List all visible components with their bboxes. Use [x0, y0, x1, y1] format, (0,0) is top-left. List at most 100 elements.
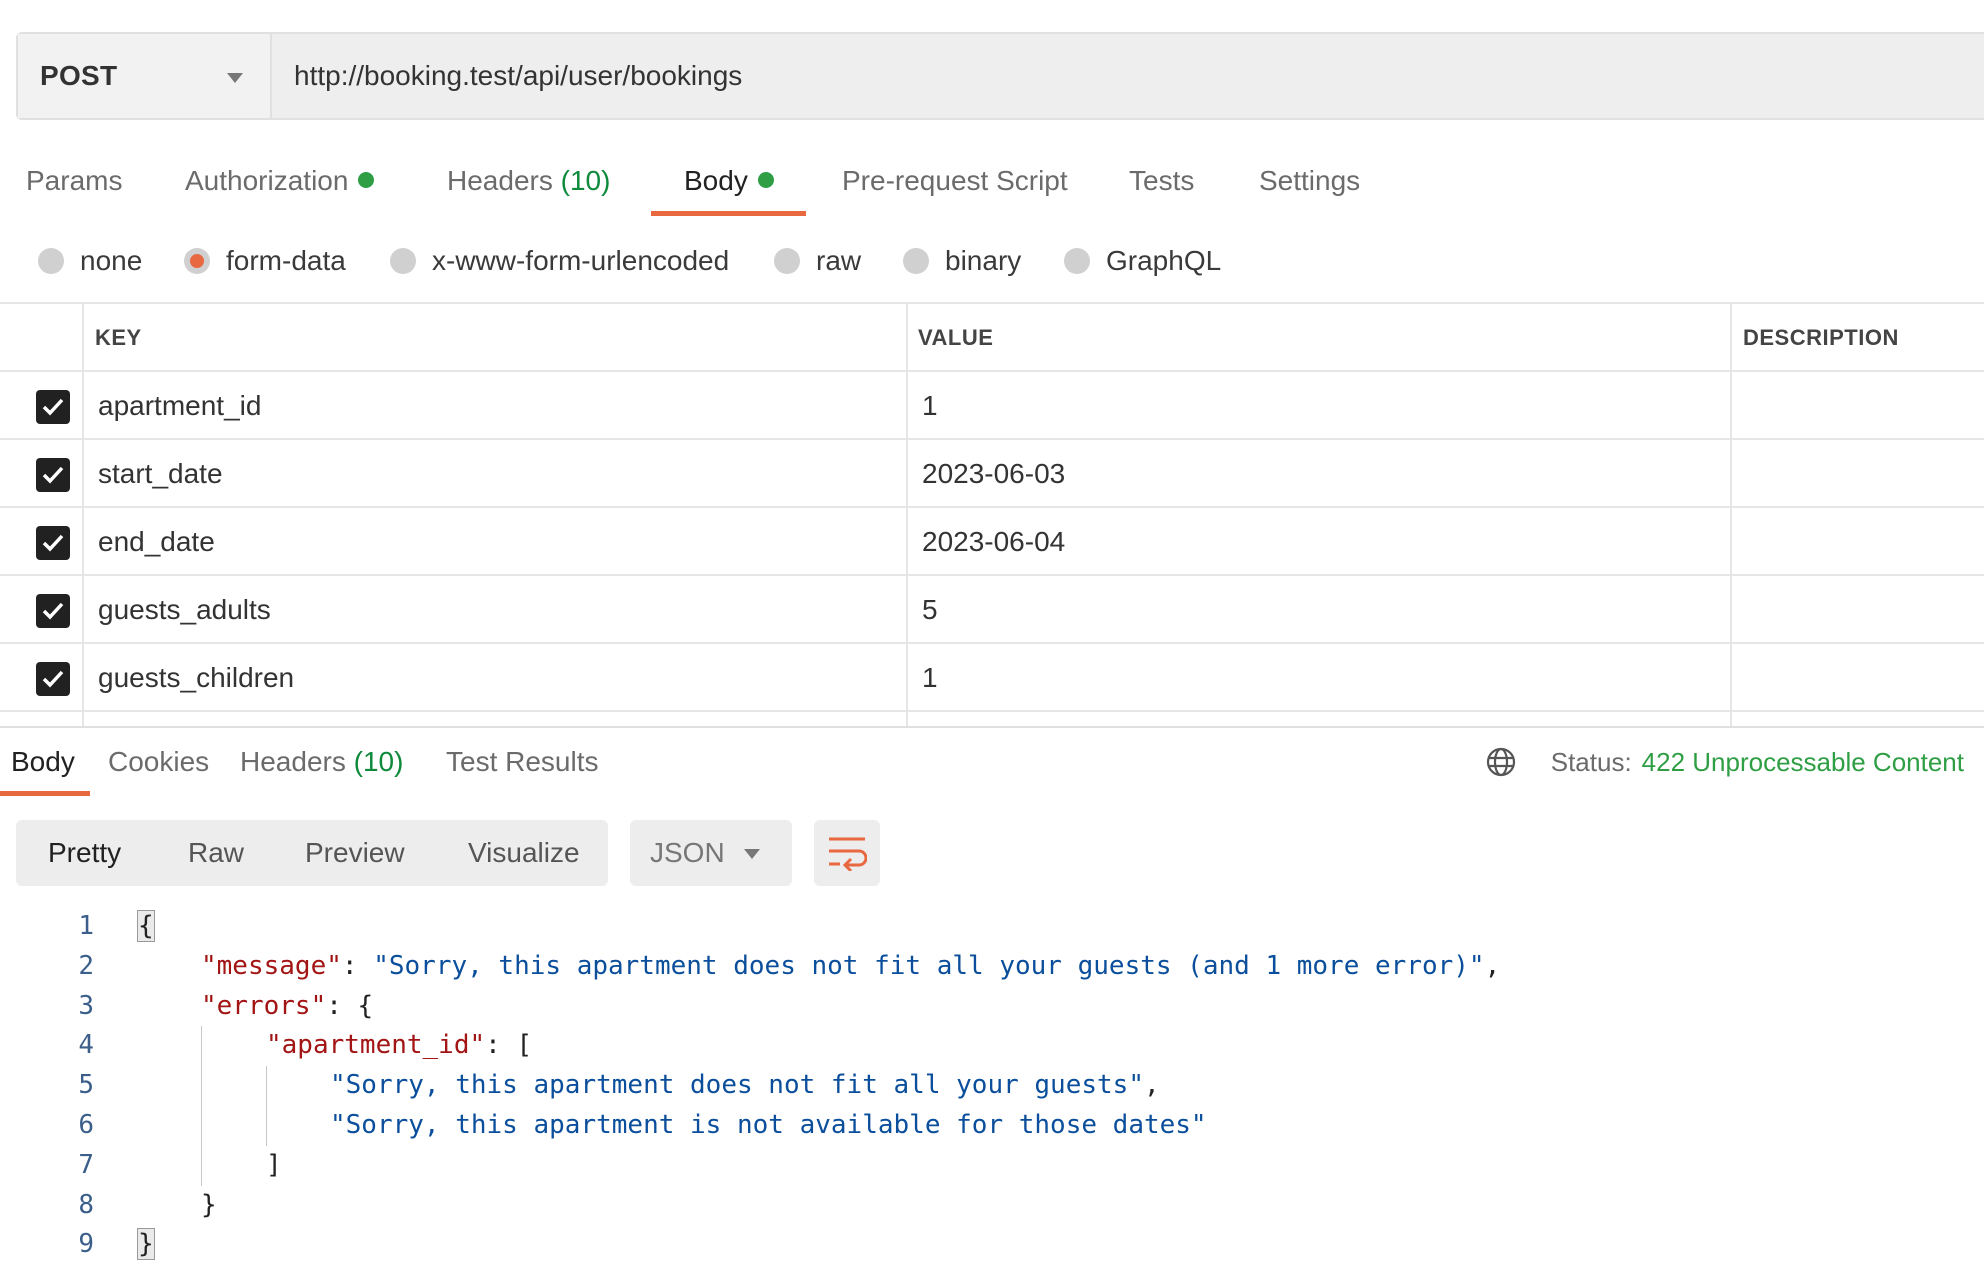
line-number: 9 [78, 1229, 94, 1259]
bracket-match: { [137, 910, 155, 942]
wrap-lines-button[interactable] [814, 820, 880, 886]
code-line: "message": "Sorry, this apartment does n… [201, 951, 1501, 981]
line-number: 7 [78, 1150, 94, 1180]
response-tab-body[interactable]: Body [0, 740, 90, 796]
json-string: "Sorry, this apartment does not fit all … [330, 1070, 1144, 1100]
json-key: "errors" [201, 991, 327, 1021]
row-key[interactable]: guests_adults [98, 576, 271, 644]
tab-body[interactable]: Body [651, 150, 806, 216]
tab-settings[interactable]: Settings [1259, 150, 1360, 216]
view-pretty-button[interactable]: Pretty [48, 820, 121, 886]
wrap-lines-icon [829, 837, 867, 871]
chevron-down-icon [744, 849, 760, 859]
line-number: 6 [78, 1110, 94, 1140]
code-line: } [201, 1190, 217, 1220]
radio-urlencoded[interactable]: x-www-form-urlencoded [390, 238, 729, 284]
status-dot-icon [757, 172, 774, 188]
column-description: DESCRIPTION [1743, 325, 1899, 350]
body-type-radios: none form-data x-www-form-urlencoded raw… [0, 238, 1984, 284]
radio-circle [1064, 248, 1090, 274]
column-value: VALUE [918, 325, 994, 350]
radio-circle-selected [184, 248, 210, 274]
method-select[interactable]: POST [18, 34, 272, 118]
radio-none[interactable]: none [38, 238, 142, 284]
json-key: "message" [201, 951, 342, 981]
row-checkbox[interactable] [36, 662, 70, 696]
response-status: Status: 422 Unprocessable Content [1485, 740, 1964, 784]
table-header: KEY VALUE DESCRIPTION [0, 304, 1984, 372]
check-icon [42, 398, 64, 416]
row-key[interactable]: apartment_id [98, 372, 261, 440]
radio-circle [38, 248, 64, 274]
headers-count: (10) [560, 165, 611, 196]
form-data-table: KEY VALUE DESCRIPTION apartment_id 1 sta… [0, 302, 1984, 726]
code-line: } [137, 1224, 155, 1264]
chevron-down-icon [227, 73, 243, 83]
line-number: 8 [78, 1190, 94, 1220]
request-bar: POST [16, 32, 1984, 120]
row-key[interactable]: start_date [98, 440, 223, 508]
table-row: guests_children 1 [0, 644, 1984, 712]
line-number: 1 [78, 911, 94, 941]
row-key[interactable]: guests_children [98, 644, 294, 712]
radio-circle [903, 248, 929, 274]
table-row: apartment_id 1 [0, 372, 1984, 440]
view-preview-button[interactable]: Preview [305, 820, 405, 886]
view-mode-segmented: Pretty Raw Preview Visualize [16, 820, 608, 886]
response-tab-test-results[interactable]: Test Results [446, 740, 599, 796]
row-value[interactable]: 1 [922, 644, 938, 712]
url-input[interactable] [272, 34, 1984, 118]
table-row: start_date 2023-06-03 [0, 440, 1984, 508]
row-checkbox[interactable] [36, 594, 70, 628]
row-checkbox[interactable] [36, 526, 70, 560]
line-number: 5 [78, 1070, 94, 1100]
code-line: ] [266, 1150, 282, 1180]
json-string: "Sorry, this apartment does not fit all … [373, 951, 1485, 981]
bracket-match: } [137, 1228, 155, 1260]
status-label: Status: [1550, 746, 1632, 777]
table-row: guests_adults 5 [0, 576, 1984, 644]
response-tab-headers[interactable]: Headers (10) [240, 740, 403, 796]
row-key[interactable]: end_date [98, 508, 215, 576]
code-line: "errors": { [201, 991, 374, 1021]
row-value[interactable]: 2023-06-04 [922, 508, 1065, 576]
json-key: "apartment_id" [266, 1030, 486, 1060]
radio-circle [390, 248, 416, 274]
line-number: 3 [78, 991, 94, 1021]
check-icon [42, 534, 64, 552]
row-value[interactable]: 2023-06-03 [922, 440, 1065, 508]
check-icon [42, 670, 64, 688]
radio-binary[interactable]: binary [903, 238, 1021, 284]
line-number: 4 [78, 1030, 94, 1060]
tab-tests[interactable]: Tests [1129, 150, 1194, 216]
row-checkbox[interactable] [36, 390, 70, 424]
json-string: "Sorry, this apartment is not available … [330, 1110, 1207, 1140]
view-raw-button[interactable]: Raw [188, 820, 244, 886]
tab-params[interactable]: Params [26, 150, 122, 216]
code-line: "Sorry, this apartment is not available … [330, 1105, 1207, 1145]
status-dot-icon [358, 172, 375, 188]
status-badge[interactable]: 422 Unprocessable Content [1642, 747, 1964, 778]
tab-prerequest-script[interactable]: Pre-request Script [842, 150, 1068, 216]
row-checkbox[interactable] [36, 458, 70, 492]
line-number: 2 [78, 951, 94, 981]
tab-headers[interactable]: Headers (10) [447, 150, 610, 216]
method-label: POST [40, 60, 118, 91]
row-value[interactable]: 1 [922, 372, 938, 440]
row-value[interactable]: 5 [922, 576, 938, 644]
view-visualize-button[interactable]: Visualize [468, 820, 580, 886]
format-select[interactable]: JSON [630, 820, 792, 886]
indent-guide [266, 1066, 267, 1146]
tab-authorization[interactable]: Authorization [185, 150, 375, 216]
radio-raw[interactable]: raw [774, 238, 861, 284]
globe-icon[interactable] [1485, 746, 1517, 778]
response-divider[interactable] [0, 726, 1984, 728]
radio-circle [774, 248, 800, 274]
check-icon [42, 602, 64, 620]
check-icon [42, 466, 64, 484]
code-line: "apartment_id": [ [266, 1030, 533, 1060]
response-tab-cookies[interactable]: Cookies [108, 740, 209, 796]
radio-graphql[interactable]: GraphQL [1064, 238, 1221, 284]
radio-form-data[interactable]: form-data [184, 238, 346, 284]
response-body-editor[interactable]: 1 2 3 4 5 6 7 8 9 { "message": "Sorry, t… [0, 906, 1984, 1282]
